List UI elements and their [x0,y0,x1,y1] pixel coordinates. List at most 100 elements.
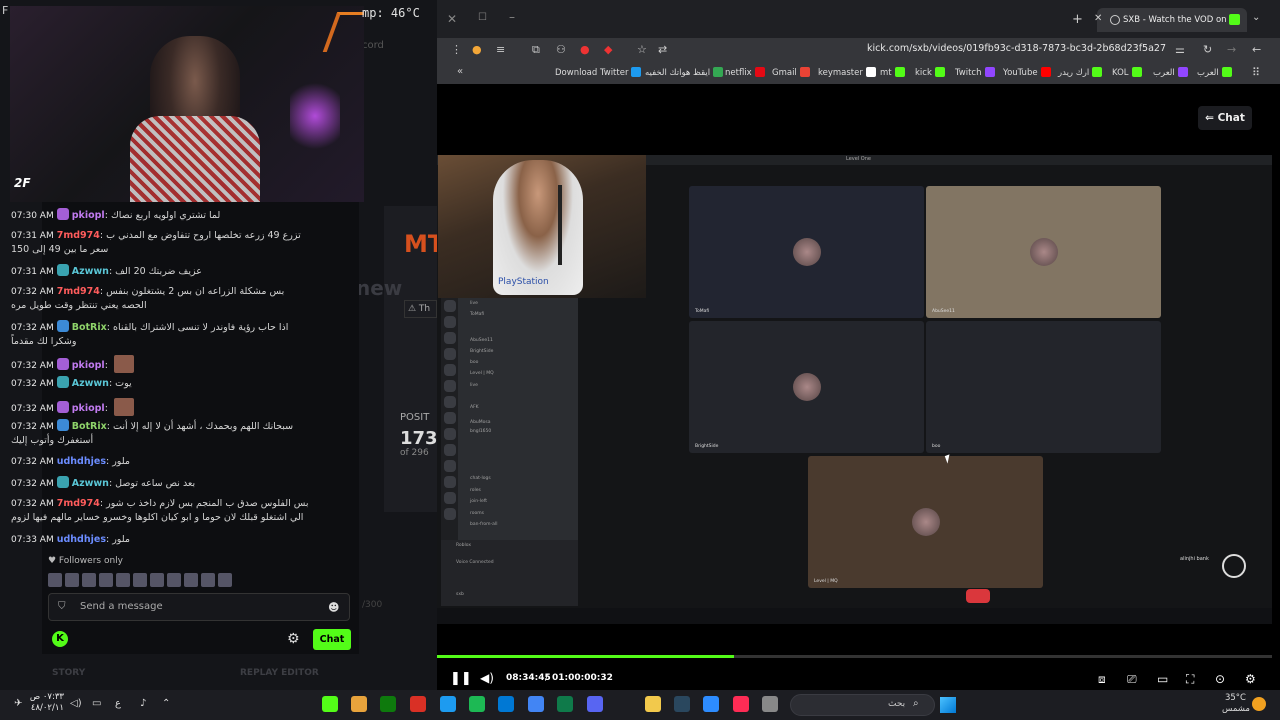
emote-icon[interactable] [167,573,181,587]
discord-server-icon[interactable] [444,428,456,440]
taskbar-app-icon[interactable] [469,696,485,712]
replay-editor-tab[interactable]: REPLAY EDITOR [240,668,319,678]
chat-toggle-button[interactable]: ⇐ Chat [1198,106,1252,130]
taskbar-app-icon[interactable] [733,696,749,712]
bookmark-item[interactable]: Gmail [772,67,810,78]
extension-icon[interactable]: ● [472,43,482,56]
discord-label[interactable]: live [470,301,478,306]
emote-icon[interactable] [82,573,96,587]
emote-icon[interactable] [218,573,232,587]
taskbar-app-icon[interactable] [703,696,719,712]
discord-label[interactable]: bngl1650 [470,429,491,434]
extension-icon[interactable]: ◆ [604,43,612,56]
discord-server-icon[interactable] [444,492,456,504]
pip-icon[interactable]: ⧈ [1098,672,1106,687]
emote-icon[interactable] [99,573,113,587]
emote-icon[interactable] [184,573,198,587]
bookmark-item[interactable]: kick [915,67,945,78]
bookmark-item[interactable]: العرب [1153,67,1188,78]
theater-icon[interactable]: ▭ [1157,672,1168,686]
pause-icon[interactable]: ❚❚ [450,671,472,686]
discord-label[interactable]: join-left [470,499,487,504]
emote-icon[interactable] [65,573,79,587]
discord-label[interactable]: ToMafi [470,312,484,317]
message-username[interactable]: BotRix [72,421,107,432]
discord-label[interactable]: Voice Connected [456,560,494,565]
discord-label[interactable]: ban-from-all [470,522,497,527]
apps-grid-icon[interactable]: ⠿ [1252,66,1260,79]
notification-icon[interactable]: ✈ [14,698,22,709]
site-settings-icon[interactable]: ⚌ [1175,43,1185,56]
tab-menu-icon[interactable]: ⌄ [1252,12,1260,23]
back-icon[interactable]: ← [1252,43,1261,56]
bookmark-star-icon[interactable]: ☆ [637,43,647,56]
discord-server-icon[interactable] [444,396,456,408]
message-username[interactable]: Azwwn [72,378,109,389]
bookmark-item[interactable]: Download Twitter [555,67,642,78]
taskbar-app-icon[interactable] [351,696,367,712]
kick-icon[interactable]: K [52,631,68,647]
message-username[interactable]: Azwwn [72,266,109,277]
discord-label[interactable]: sxb [456,592,464,597]
emote-icon[interactable] [116,573,130,587]
discord-server-icon[interactable] [444,460,456,472]
extension-icon[interactable]: ⚇ [556,43,566,56]
taskbar-app-icon[interactable] [674,696,690,712]
search-icon[interactable]: ⌕ [913,698,919,709]
discord-server-icon[interactable] [444,300,456,312]
send-chat-button[interactable]: Chat [313,629,351,650]
bookmark-item[interactable]: ايقظ هواتك الخفيه [645,67,724,78]
speed-icon[interactable]: ⊙ [1215,672,1225,686]
message-username[interactable]: pkiopl [72,403,105,414]
fullscreen-icon[interactable]: ⛶ [1186,672,1194,687]
emote-icon[interactable] [201,573,215,587]
discord-server-icon[interactable] [444,380,456,392]
message-username[interactable]: BotRix [72,322,107,333]
story-tab[interactable]: STORY [52,668,85,678]
emote-bar[interactable] [48,572,238,588]
translate-icon[interactable]: ⇄ [658,43,667,56]
voice-tile[interactable]: BrightSide [689,321,924,453]
window-close-icon[interactable]: ✕ [447,12,457,26]
message-username[interactable]: 7md974 [57,286,100,297]
discord-server-icon[interactable] [444,476,456,488]
bookmarks-overflow-icon[interactable]: « [457,66,463,77]
url-field[interactable]: kick.com/sxb/videos/019fb93c-d318-7873-b… [780,43,1166,54]
reload-icon[interactable]: ↻ [1203,43,1212,56]
taskbar-app-icon[interactable] [587,696,603,712]
emote-icon[interactable] [133,573,147,587]
bookmark-item[interactable]: netflix [725,67,765,78]
bookmark-item[interactable]: mt [880,67,905,78]
window-minimize-icon[interactable]: – [509,10,515,24]
message-username[interactable]: 7md974 [57,230,100,241]
extension-icon[interactable]: ≡ [496,43,505,56]
taskbar-app-icon[interactable] [762,696,778,712]
bookmark-item[interactable]: keymaster [818,67,876,78]
tab-close-icon[interactable]: ✕ [1094,13,1102,24]
voice-tile[interactable]: ToMafi [689,186,924,318]
discord-server-icon[interactable] [444,316,456,328]
discord-label[interactable]: Roblox [456,543,471,548]
discord-label[interactable]: boo [470,360,478,365]
discord-server-icon[interactable] [444,508,456,520]
discord-label[interactable]: AFK [470,405,479,410]
clip-icon[interactable]: ⎚ [1127,672,1137,687]
bookmark-item[interactable]: العرب [1197,67,1232,78]
message-username[interactable]: Azwwn [72,478,109,489]
discord-label[interactable]: roles [470,488,481,493]
discord-server-icon[interactable] [444,364,456,376]
discord-label[interactable]: BrightSide [470,349,493,354]
network-icon[interactable]: ▭ [92,698,101,709]
voice-tile[interactable]: boo [926,321,1161,453]
taskbar-app-icon[interactable] [498,696,514,712]
emoji-icon[interactable]: ☻ [328,601,339,614]
taskbar-app-icon[interactable] [410,696,426,712]
discord-label[interactable]: AbuMosa [470,420,491,425]
message-username[interactable]: pkiopl [72,210,105,221]
gear-icon[interactable]: ⚙ [287,631,300,647]
message-username[interactable]: udhdhjes [57,456,106,467]
windows-start-icon[interactable] [940,697,956,713]
discord-server-icon[interactable] [444,412,456,424]
discord-label[interactable]: rooms [470,511,484,516]
mic-tray-icon[interactable]: ♪ [140,698,146,709]
